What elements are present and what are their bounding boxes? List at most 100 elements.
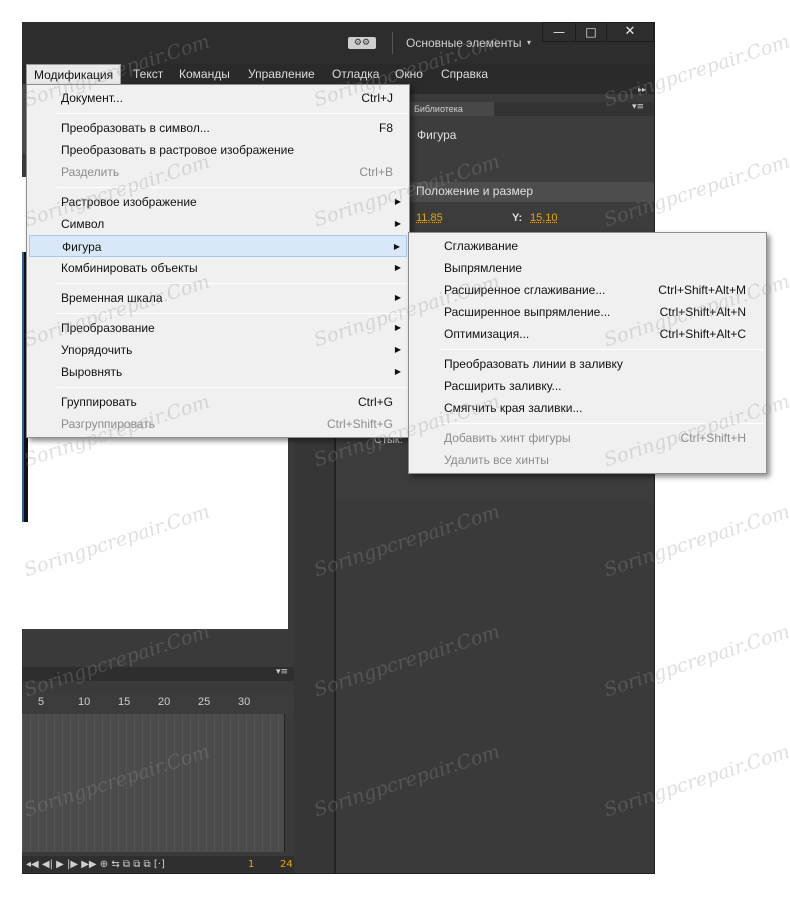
submenu-arrow-icon: ▶: [393, 242, 400, 251]
submenu-arrow-icon: ▶: [394, 197, 401, 206]
position-size-header[interactable]: Положение и размер: [416, 184, 533, 198]
menu-item-group[interactable]: Группировать Ctrl+G: [29, 391, 407, 413]
menu-item-label: Преобразовать в символ...: [61, 121, 210, 135]
menu-item-shortcut: Ctrl+B: [359, 165, 393, 179]
menu-item-advanced-straighten[interactable]: Расширенное выпрямление... Ctrl+Shift+Alt…: [411, 301, 764, 323]
menu-item-label: Расширить заливку...: [444, 379, 562, 393]
submenu-arrow-icon: ▶: [394, 323, 401, 332]
menu-item-label: Временная шкала: [61, 291, 163, 305]
menu-item-shortcut: Ctrl+Shift+Alt+N: [659, 305, 746, 319]
menu-item-label: Удалить все хинты: [444, 453, 549, 467]
panel-menu-icon[interactable]: ▾≡: [632, 102, 644, 112]
menu-item-label: Оптимизация...: [444, 327, 530, 341]
menu-item-label: Символ: [61, 217, 105, 231]
menu-separator: [439, 423, 764, 424]
frame-tick: 20: [158, 696, 171, 708]
timeline-menu-icon[interactable]: ▾≡: [276, 667, 288, 677]
timeline-frames[interactable]: [22, 714, 284, 852]
menu-separator: [57, 387, 407, 388]
menu-item-align[interactable]: Выровнять ▶: [29, 361, 407, 383]
menu-item-remove-all-hints[interactable]: Удалить все хинты: [411, 449, 764, 471]
menu-window[interactable]: Окно: [388, 64, 430, 84]
menu-item-label: Преобразование: [61, 321, 155, 335]
x-position-field[interactable]: 11,85: [416, 212, 443, 224]
menu-item-straighten[interactable]: Выпрямление: [411, 257, 764, 279]
menu-item-combine-objects[interactable]: Комбинировать объекты ▶: [29, 257, 407, 279]
menu-item-arrange[interactable]: Упорядочить ▶: [29, 339, 407, 361]
chevron-down-icon[interactable]: ▾: [527, 38, 531, 47]
menu-modify[interactable]: Модификация: [26, 64, 122, 84]
menu-separator: [57, 313, 407, 314]
menu-item-label: Растровое изображение: [61, 195, 197, 209]
maximize-button[interactable]: □: [575, 22, 607, 42]
menu-item-shortcut: Ctrl+Shift+G: [326, 417, 393, 431]
menu-item-break-apart[interactable]: Разделить Ctrl+B: [29, 161, 407, 183]
menu-item-convert-to-symbol[interactable]: Преобразовать в символ... F8: [29, 117, 407, 139]
submenu-arrow-icon: ▶: [394, 219, 401, 228]
menu-item-shortcut: Ctrl+J: [361, 91, 393, 105]
playback-controls-icon[interactable]: ◂◀ ◀| ▶ |▶ ▶▶ ⊕ ⇆ ⧉ ⧉ ⧉ [·]: [26, 856, 165, 873]
frame-tick: 10: [78, 696, 91, 708]
menu-item-label: Упорядочить: [61, 343, 133, 357]
menu-item-shortcut: F8: [378, 121, 393, 135]
y-position-label: Y:: [512, 212, 523, 224]
modify-menu: Документ... Ctrl+J Преобразовать в символ…: [26, 84, 410, 438]
frame-tick: 30: [238, 696, 251, 708]
frame-tick: 15: [118, 696, 131, 708]
menu-item-label: Комбинировать объекты: [61, 261, 198, 275]
menu-item-convert-to-bitmap[interactable]: Преобразовать в растровое изображение: [29, 139, 407, 161]
menu-text[interactable]: Текст: [126, 64, 170, 84]
frame-rate[interactable]: 24: [280, 856, 293, 873]
menu-item-optimize[interactable]: Оптимизация... Ctrl+Shift+Alt+C: [411, 323, 764, 345]
menu-bar: Модификация Текст Команды Управление Отл…: [22, 64, 654, 84]
menu-separator: [57, 283, 407, 284]
workspace-label[interactable]: Основные элементы: [406, 36, 521, 50]
timeline-ruler[interactable]: 5 10 15 20 25 30: [22, 694, 294, 714]
menu-item-label: Добавить хинт фигуры: [444, 431, 571, 445]
menu-item-transform[interactable]: Преобразование ▶: [29, 317, 407, 339]
menu-item-label: Сглаживание: [444, 239, 519, 253]
menu-item-bitmap[interactable]: Растровое изображение ▶: [29, 191, 407, 213]
timeline-scrollbar[interactable]: [284, 714, 294, 852]
menu-item-document[interactable]: Документ... Ctrl+J: [29, 87, 407, 109]
menu-item-shortcut: Ctrl+Shift+Alt+M: [658, 283, 746, 297]
menu-help[interactable]: Справка: [434, 64, 495, 84]
menu-item-label: Преобразовать в растровое изображение: [61, 143, 294, 157]
menu-item-label: Выровнять: [61, 365, 123, 379]
close-button[interactable]: ✕: [606, 22, 654, 42]
timeline-controls[interactable]: ◂◀ ◀| ▶ |▶ ▶▶ ⊕ ⇆ ⧉ ⧉ ⧉ [·] 1 24: [22, 856, 294, 873]
menu-item-ungroup[interactable]: Разгруппировать Ctrl+Shift+G: [29, 413, 407, 435]
minimize-button[interactable]: —: [542, 22, 576, 42]
frame-tick: 5: [38, 696, 45, 708]
menu-item-shortcut: Ctrl+Shift+Alt+C: [659, 327, 746, 341]
menu-item-timeline[interactable]: Временная шкала ▶: [29, 287, 407, 309]
menu-separator: [57, 187, 407, 188]
menu-control[interactable]: Управление: [241, 64, 322, 84]
menu-item-symbol[interactable]: Символ ▶: [29, 213, 407, 235]
panel-divider: [334, 402, 336, 873]
titlebar-divider: [392, 32, 393, 54]
menu-item-shape[interactable]: Фигура ▶: [29, 235, 407, 257]
expand-panels-icon[interactable]: ▸▸: [638, 85, 646, 94]
menu-item-label: Выпрямление: [444, 261, 523, 275]
submenu-arrow-icon: ▶: [394, 367, 401, 376]
menu-item-shortcut: Ctrl+Shift+H: [680, 431, 746, 445]
menu-item-advanced-smooth[interactable]: Расширенное сглаживание... Ctrl+Shift+Alt…: [411, 279, 764, 301]
y-position-field[interactable]: 15,10: [530, 212, 558, 224]
menu-item-label: Расширенное выпрямление...: [444, 305, 611, 319]
menu-commands[interactable]: Команды: [172, 64, 237, 84]
menu-item-shortcut: Ctrl+G: [357, 395, 393, 409]
menu-item-add-shape-hint[interactable]: Добавить хинт фигуры Ctrl+Shift+H: [411, 427, 764, 449]
menu-item-expand-fill[interactable]: Расширить заливку...: [411, 375, 764, 397]
current-frame: 1: [248, 859, 255, 870]
menu-separator: [57, 113, 407, 114]
workspace-switcher-icon[interactable]: ⚙⚙: [348, 37, 376, 49]
shape-submenu: Сглаживание Выпрямление Расширенное сгла…: [408, 232, 767, 474]
menu-item-label: Разгруппировать: [61, 417, 156, 431]
menu-item-smooth[interactable]: Сглаживание: [411, 235, 764, 257]
menu-item-label: Разделить: [61, 165, 120, 179]
menu-debug[interactable]: Отладка: [325, 64, 386, 84]
tab-library[interactable]: Библиотека: [410, 102, 494, 116]
menu-item-soften-fill-edges[interactable]: Смягчить края заливки...: [411, 397, 764, 419]
menu-item-lines-to-fills[interactable]: Преобразовать линии в заливку: [411, 353, 764, 375]
